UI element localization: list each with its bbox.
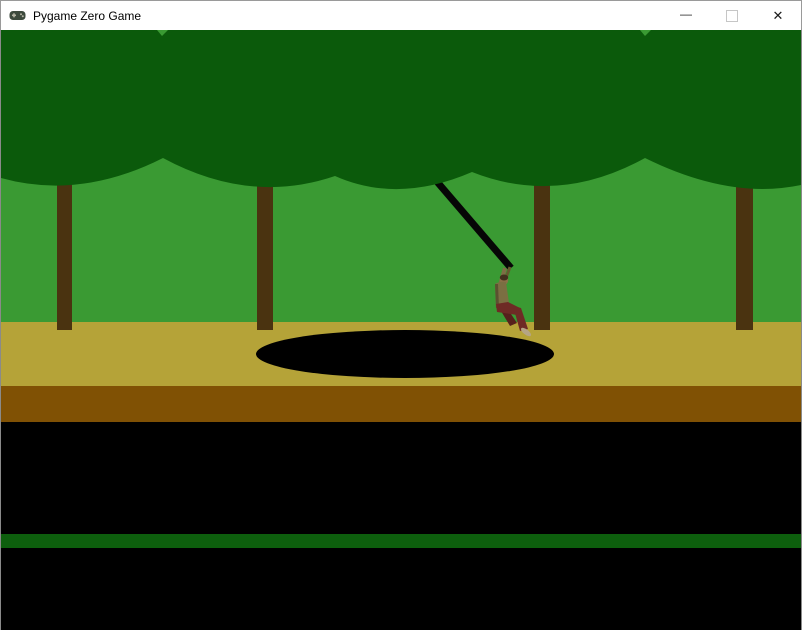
underground — [1, 422, 801, 630]
gamepad-icon — [9, 9, 26, 22]
pit-hole — [256, 330, 554, 378]
minimize-icon: — — [680, 7, 692, 21]
close-icon: ✕ — [773, 8, 784, 24]
tree-trunk — [534, 162, 550, 330]
maximize-icon — [726, 10, 738, 22]
player-hair — [500, 275, 508, 281]
gamepad-button-b — [22, 15, 24, 17]
gamepad-dpad-v — [13, 13, 15, 17]
pygame-window: Pygame Zero Game — ✕ — [0, 0, 802, 630]
tree-trunk — [57, 162, 72, 330]
underground-ledge — [1, 534, 801, 548]
window-titlebar[interactable]: Pygame Zero Game — ✕ — [0, 0, 802, 30]
window-title: Pygame Zero Game — [33, 9, 663, 23]
window-controls: — ✕ — [663, 1, 801, 30]
close-button[interactable]: ✕ — [755, 1, 801, 30]
tree-canopy — [1, 30, 801, 189]
game-canvas[interactable] — [0, 30, 802, 630]
tree-trunk — [257, 162, 273, 330]
dirt-layer — [1, 386, 801, 422]
minimize-button[interactable]: — — [663, 1, 709, 30]
maximize-button[interactable] — [709, 1, 755, 30]
gamepad-button-a — [20, 13, 22, 15]
